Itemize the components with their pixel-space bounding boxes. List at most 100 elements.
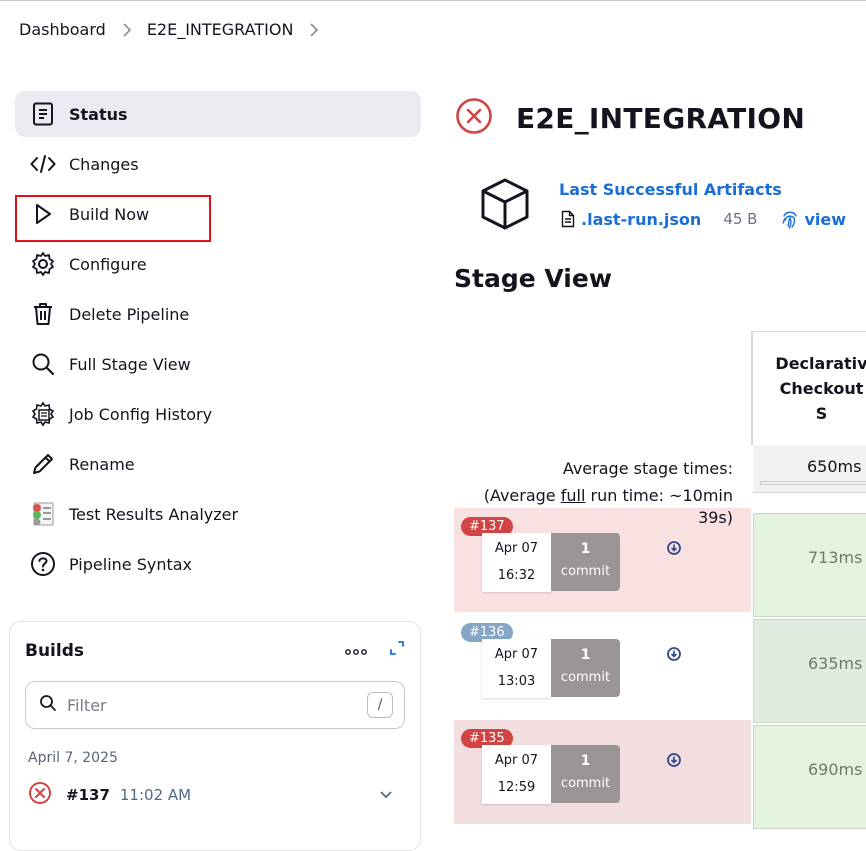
download-icon[interactable] [667,752,681,771]
download-icon[interactable] [667,646,681,665]
sidebar-item-label: Status [69,104,128,124]
chevron-right-icon[interactable] [309,22,319,37]
trash-icon [29,300,57,328]
breadcrumb-job[interactable]: E2E_INTEGRATION [147,20,294,39]
average-stage-time-cell: 650ms [753,445,866,493]
run-date: Apr 07 [494,647,539,662]
run-date-box: Apr 07 16:32 [482,533,551,592]
build-date-group: April 7, 2025 [28,750,118,766]
fingerprint-icon [781,209,799,229]
commit-count-box[interactable]: 1 commit [551,639,620,697]
commit-label: commit [560,670,611,685]
expand-icon[interactable] [389,640,405,661]
run-time: 13:03 [497,674,536,689]
avg-label-line: (Average full run time: ~10min [484,482,733,509]
commit-count-box[interactable]: 1 commit [551,745,620,803]
artifact-view-link[interactable]: view [804,210,846,229]
run-date: Apr 07 [494,753,539,768]
stage-time-cell[interactable]: 690ms [753,725,866,829]
commit-count: 1 [580,647,591,663]
sidebar-item-label: Pipeline Syntax [69,554,193,574]
filter-input[interactable] [67,695,367,715]
average-stage-time: 650ms [807,457,862,476]
sidebar-item-label: Changes [69,154,139,174]
filter-field[interactable]: / [25,681,405,729]
page-title: E2E_INTEGRATION [516,101,806,135]
build-number[interactable]: #137 [66,786,110,804]
avg-label-line: Average stage times: [562,459,733,478]
search-icon [39,694,57,716]
main-content: E2E_INTEGRATION Last Successful Artifact… [454,96,846,293]
stage-column-header: Declarativ Checkout S [751,331,866,445]
chevron-down-icon[interactable] [379,790,393,800]
sidebar-item-pipeline-syntax[interactable]: Pipeline Syntax [15,541,421,587]
page-title-row: E2E_INTEGRATION [454,96,805,140]
sidebar-item-label: Build Now [69,204,150,224]
sidebar-item-test-results-analyzer[interactable]: Test Results Analyzer [15,491,421,537]
run-time: 16:32 [497,568,536,583]
more-options-icon[interactable] [345,641,367,661]
sidebar-item-full-stage-view[interactable]: Full Stage View [15,341,421,387]
last-successful-artifacts: Last Successful Artifacts .last-run.json… [478,176,866,236]
average-time-bar [760,481,866,485]
artifact-file-link[interactable]: .last-run.json [581,210,701,229]
sidebar-item-label: Delete Pipeline [69,304,190,324]
artifact-size: 45 B [723,210,758,228]
run-time: 12:59 [497,780,536,795]
sidebar-item-delete-pipeline[interactable]: Delete Pipeline [15,291,421,337]
sidebar-item-job-config-history[interactable]: Job Config History [15,391,421,437]
avg-label-line: 39s) [698,508,733,527]
commit-count-box[interactable]: 1 commit [551,533,620,591]
sidebar-item-label: Job Config History [69,404,213,424]
builds-panel: Builds / April 7, 2025 #137 11:02 AM [9,621,421,851]
stage-header-line: Declarativ [775,354,866,373]
avg-suffix: run time: ~10min [585,486,733,505]
stage-time-cell[interactable]: 713ms [753,513,866,617]
gear-icon [29,250,57,278]
code-icon [29,150,57,178]
keyboard-shortcut-hint: / [367,692,393,718]
file-icon [561,210,575,228]
commit-label: commit [560,564,611,579]
builds-title: Builds [25,640,85,661]
stage-header-line: Checkout S [779,379,864,423]
sidebar-item-status[interactable]: Status [15,91,421,137]
commit-count: 1 [580,753,591,769]
sidebar-item-label: Configure [69,254,147,274]
average-stage-times-label: Average stage times: (Average full run t… [484,455,733,509]
breadcrumb: Dashboard E2E_INTEGRATION [0,0,866,58]
failed-status-icon [454,96,494,140]
stage-run-row[interactable]: #135 Apr 07 12:59 1 commit [454,720,751,824]
sidebar-item-changes[interactable]: Changes [15,141,421,187]
play-icon [29,200,57,228]
sidebar-item-label: Test Results Analyzer [69,504,239,524]
config-history-icon [29,400,57,428]
pencil-icon [29,450,57,478]
sidebar-item-label: Full Stage View [69,354,191,374]
stage-run-row[interactable]: #136 Apr 07 13:03 1 commit [454,614,751,718]
avg-prefix: (Average [483,486,561,505]
sidebar-item-rename[interactable]: Rename [15,441,421,487]
breadcrumb-dashboard[interactable]: Dashboard [19,20,106,39]
build-row[interactable]: #137 11:02 AM [25,781,405,809]
download-icon[interactable] [667,540,681,559]
run-date-box: Apr 07 13:03 [482,639,551,698]
help-icon [29,550,57,578]
package-box-icon [478,176,532,236]
commit-label: commit [560,776,611,791]
failed-status-icon [28,781,52,809]
artifacts-link[interactable]: Last Successful Artifacts [559,180,782,199]
full-run-link[interactable]: full [561,486,586,505]
search-icon [29,350,57,378]
sidebar-item-configure[interactable]: Configure [15,241,421,287]
run-date-box: Apr 07 12:59 [482,745,551,804]
stage-time-cell[interactable]: 635ms [753,619,866,723]
stage-view-title: Stage View [454,264,612,293]
test-results-icon [29,500,57,528]
sidebar-item-build-now[interactable]: Build Now [15,191,421,237]
chevron-right-icon [122,22,132,37]
commit-count: 1 [580,541,591,557]
sidebar-item-label: Rename [69,454,135,474]
sidebar: Status Changes Build Now Configure Delet… [15,91,421,591]
build-time: 11:02 AM [119,786,192,804]
